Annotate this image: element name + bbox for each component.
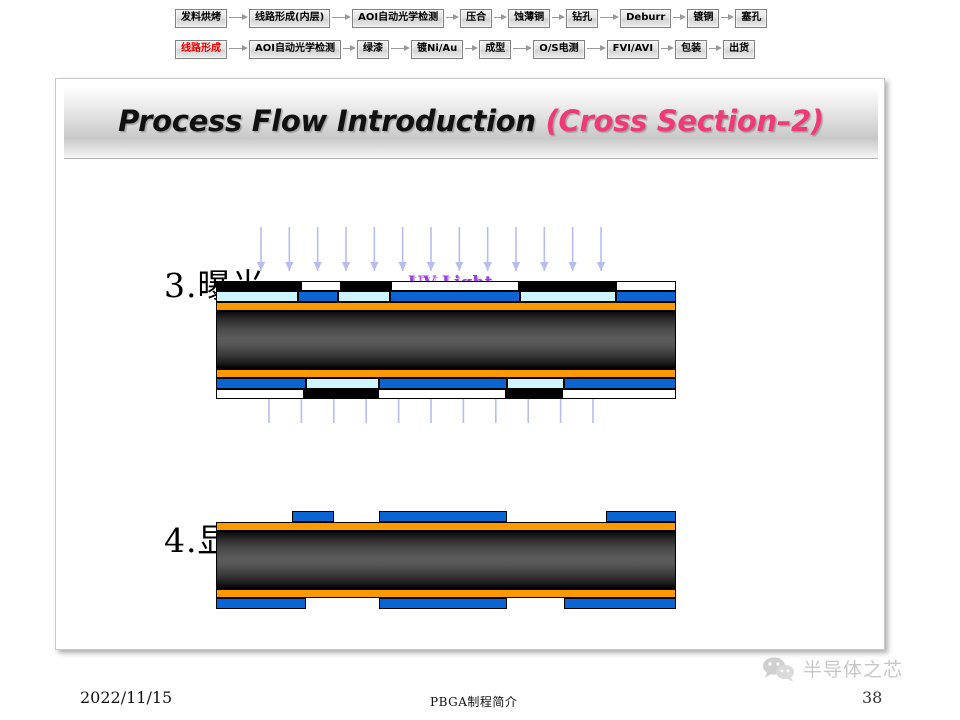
- photoresist-top-segment: [520, 291, 616, 302]
- photoresist-bottom-segment: [564, 378, 676, 389]
- substrate-core-2: [216, 531, 676, 589]
- flow-node[interactable]: 成型: [479, 39, 512, 59]
- photoresist-bottom: [216, 378, 676, 389]
- uv-ray-arrow: [256, 227, 266, 271]
- substrate-core: [216, 311, 676, 369]
- copper-layer-bottom: [216, 369, 676, 378]
- flow-node[interactable]: 发料烘烤: [175, 8, 227, 28]
- flow-node[interactable]: 线路形成: [175, 39, 227, 59]
- watermark-text: 半导体之芯: [803, 659, 904, 681]
- photomask-top-segment: [519, 281, 616, 291]
- copper-layer-bottom-2: [216, 589, 676, 598]
- photoresist-bottom-segment: [306, 378, 379, 389]
- flow-arrow: [598, 12, 620, 24]
- exposure-cross-section: [216, 281, 676, 399]
- flow-arrow: [444, 12, 460, 24]
- photomask-top-segment: [216, 281, 301, 291]
- uv-ray-arrow: [398, 227, 407, 271]
- flow-arrow: [389, 43, 411, 55]
- photoresist-top-segment: [390, 291, 520, 302]
- uv-ray-arrow: [568, 227, 577, 271]
- flow-node[interactable]: FVI/AVI: [606, 39, 660, 59]
- photomask-top-segment: [301, 281, 341, 291]
- uv-ray-arrow: [540, 227, 549, 271]
- flow-node[interactable]: 绿漆: [356, 39, 389, 59]
- photoresist-bottom-segment: [216, 378, 306, 389]
- watermark: 半导体之芯: [762, 655, 903, 682]
- flow-arrow: [341, 43, 357, 55]
- photoresist-bottom-segment: [507, 378, 564, 389]
- uv-ray-arrow: [426, 227, 436, 271]
- developed-resist-top-segment: [379, 511, 507, 522]
- photoresist-bottom-segment: [379, 378, 507, 389]
- flow-node[interactable]: 镀铜: [687, 8, 720, 28]
- flow-node[interactable]: O/S电测: [533, 39, 585, 59]
- photomask-top-segment: [341, 281, 391, 291]
- process-flow-bar: 发料烘烤 线路形成(内层) AOI自动光学检测 压合 蚀薄铜 钻孔 Deburr 镀铜 塞孔 线…: [0, 0, 960, 70]
- developed-resist-bottom: [216, 598, 676, 609]
- photomask-bottom-segment: [562, 389, 676, 399]
- photomask-top: [216, 281, 676, 291]
- flow-arrow: [585, 43, 607, 55]
- flow-arrow: [719, 12, 735, 24]
- photomask-bottom-segment: [216, 389, 304, 399]
- photoresist-top-segment: [616, 291, 676, 302]
- copper-layer-top-2: [216, 522, 676, 531]
- developed-resist-top: [216, 511, 676, 522]
- developed-resist-top-segment: [292, 511, 334, 522]
- photoresist-top-segment: [216, 291, 298, 302]
- flow-node[interactable]: 线路形成(内层): [249, 8, 331, 28]
- developed-resist-bottom-segment: [216, 598, 306, 609]
- page-number: 38: [862, 688, 883, 707]
- flow-node[interactable]: 出货: [723, 39, 756, 59]
- flow-node[interactable]: 压合: [460, 8, 493, 28]
- copper-layer-top: [216, 302, 676, 311]
- develop-cross-section: [216, 511, 676, 609]
- photomask-bottom-segment: [378, 389, 506, 399]
- photoresist-top-segment: [338, 291, 390, 302]
- uv-ray-arrow: [313, 227, 322, 271]
- flow-node[interactable]: AOI自动光学检测: [352, 8, 445, 28]
- flow-arrow: [511, 43, 533, 55]
- footer-date: 2022/11/15: [80, 688, 173, 707]
- flow-node[interactable]: 镀Ni/Au: [410, 39, 464, 59]
- footer-subject: PBGA制程简介: [430, 695, 518, 709]
- flow-node[interactable]: 包装: [675, 39, 708, 59]
- uv-ray-arrow: [455, 227, 464, 271]
- flow-arrow: [227, 12, 249, 24]
- flow-arrow: [707, 43, 723, 55]
- process-flow-row-2: 线路形成 AOI自动光学检测 绿漆 镀Ni/Au 成型 O/S电测 FVI/AVI 包装 出货: [175, 38, 756, 60]
- flow-arrow: [671, 12, 687, 24]
- flow-node[interactable]: 钻孔: [566, 8, 599, 28]
- flow-arrow: [659, 43, 675, 55]
- uv-ray-arrow: [596, 227, 606, 271]
- photomask-bottom-segment: [304, 389, 378, 399]
- developed-resist-top-segment: [606, 511, 676, 522]
- flow-arrow: [330, 12, 352, 24]
- flow-node[interactable]: Deburr: [620, 8, 672, 28]
- uv-ray-arrow: [511, 227, 521, 271]
- slide-canvas: Process Flow Introduction (Cross Section…: [55, 78, 885, 650]
- photomask-bottom-segment: [506, 389, 562, 399]
- flow-arrow: [227, 43, 249, 55]
- flow-node[interactable]: 蚀薄铜: [508, 8, 551, 28]
- flow-node[interactable]: AOI自动光学检测: [249, 39, 341, 59]
- photomask-top-segment: [616, 281, 676, 291]
- developed-resist-bottom-segment: [564, 598, 676, 609]
- uv-ray-arrow: [341, 227, 351, 271]
- wechat-icon: [763, 656, 794, 682]
- developed-resist-bottom-segment: [379, 598, 507, 609]
- flow-arrow: [550, 12, 566, 24]
- uv-ray-arrow: [483, 227, 492, 271]
- photomask-bottom: [216, 389, 676, 399]
- process-flow-row-1: 发料烘烤 线路形成(内层) AOI自动光学检测 压合 蚀薄铜 钻孔 Deburr 镀铜 塞孔: [175, 7, 768, 29]
- uv-ray-arrow: [285, 227, 294, 271]
- photoresist-top-segment: [298, 291, 338, 302]
- flow-arrow: [463, 43, 479, 55]
- uv-ray-arrow: [370, 227, 379, 271]
- flow-arrow: [492, 12, 508, 24]
- photomask-top-segment: [391, 281, 519, 291]
- flow-node[interactable]: 塞孔: [735, 8, 768, 28]
- photoresist-top: [216, 291, 676, 302]
